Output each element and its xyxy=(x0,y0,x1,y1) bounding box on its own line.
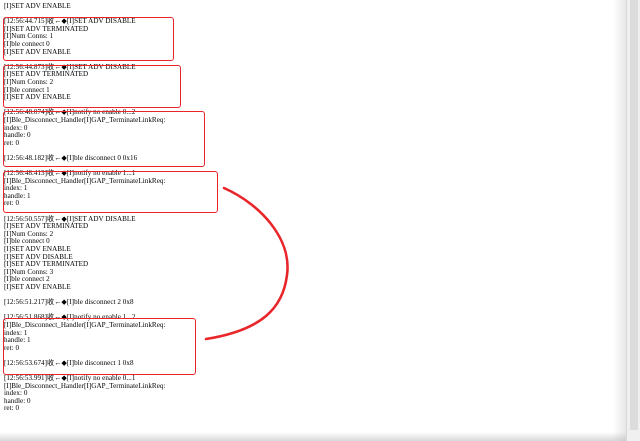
log-line: [I]SET ADV ENABLE xyxy=(4,245,71,253)
log-line: index: 0 xyxy=(4,389,28,398)
log-line: index: 1 xyxy=(4,184,28,193)
log-line: handle: 0 xyxy=(4,396,31,405)
log-line: [I]SET ADV ENABLE xyxy=(4,93,71,102)
scrollbar-thumb[interactable] xyxy=(630,0,638,430)
log-line: [I]SET ADV ENABLE xyxy=(4,2,71,10)
log-line: [I]SET ADV TERMINATED xyxy=(4,70,89,79)
vertical-scrollbar[interactable] xyxy=(626,0,640,441)
log-line: [12:56:44.873]收←◆[I]SET ADV DISABLE xyxy=(4,62,136,71)
log-line: [I]SET ADV TERMINATED xyxy=(4,222,89,231)
log-line: [I]ble connect 0 xyxy=(4,237,50,246)
log-line: ret: 0 xyxy=(4,343,20,352)
log-line: [I]Num Conns: 1 xyxy=(4,32,54,41)
log-line: ret: 0 xyxy=(4,199,20,208)
log-line: [I]SET ADV DISABLE xyxy=(4,252,73,261)
log-line: [12:56:44.715]收←◆[I]SET ADV DISABLE xyxy=(4,17,136,26)
log-line: ret: 0 xyxy=(4,404,20,413)
log-line: [I]ble connect 1 xyxy=(4,85,50,94)
log-line: [I]Num Conns: 2 xyxy=(4,229,54,238)
log-line: index: 0 xyxy=(4,123,28,132)
log-line: [I]Num Conns: 2 xyxy=(4,77,54,86)
log-line: [I]ble connect 0 xyxy=(4,39,50,48)
log-line: handle: 1 xyxy=(4,336,31,345)
log-line: [I]SET ADV TERMINATED xyxy=(4,260,89,269)
log-line: [I]ble connect 2 xyxy=(4,275,50,284)
log-line: [I]SET ADV TERMINATED xyxy=(4,24,89,33)
log-line: [I]SET ADV ENABLE xyxy=(4,282,71,291)
log-line: [12:56:48.182]收←◆[I]ble disconnect 0 0x1… xyxy=(4,153,138,162)
log-line: handle: 1 xyxy=(4,191,31,200)
log-line: index: 1 xyxy=(4,328,28,337)
log-line: ret: 0 xyxy=(4,138,20,147)
log-lines: [I]SET ADV ENABLE [12:56:44.715]收←◆[I]SET… xyxy=(4,2,624,413)
window-bottom-shadow xyxy=(0,432,640,441)
window-edge-shadow xyxy=(613,0,627,441)
log-line: [I]Ble_Disconnect_Handler[I]GAP_Terminat… xyxy=(4,320,166,329)
log-line: [I]Ble_Disconnect_Handler[I]GAP_Terminat… xyxy=(4,176,166,185)
log-line: [12:56:50.557]收←◆[I]SET ADV DISABLE xyxy=(4,214,136,223)
log-line: [I]Ble_Disconnect_Handler[I]GAP_Terminat… xyxy=(4,381,166,390)
log-line: [I]SET ADV ENABLE xyxy=(4,47,71,56)
log-line: [I]Ble_Disconnect_Handler[I]GAP_Terminat… xyxy=(4,115,166,124)
log-line: [12:56:51.217]收←◆[I]ble disconnect 2 0x8 xyxy=(4,298,134,307)
log-line: handle: 0 xyxy=(4,131,31,140)
log-line: [I]Num Conns: 3 xyxy=(4,267,54,276)
log-line: [12:56:53.674]收←◆[I]ble disconnect 1 0x8 xyxy=(4,358,134,367)
